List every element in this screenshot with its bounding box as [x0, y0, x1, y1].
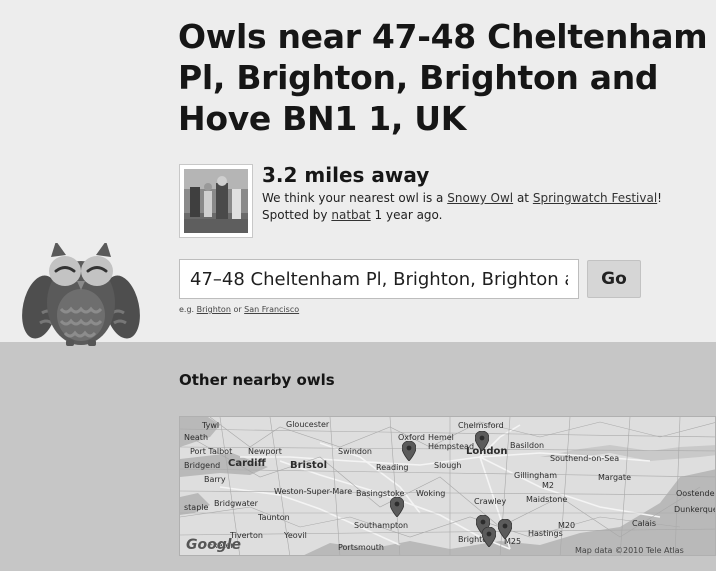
map-marker-icon — [390, 497, 404, 517]
map-provider-logo[interactable]: Google — [186, 537, 241, 553]
map-label-margate: Margate — [598, 473, 631, 482]
map-marker-icon — [482, 527, 496, 547]
spotted-line: Spotted by natbat 1 year ago. — [262, 207, 662, 224]
owl-mascot-icon — [22, 243, 140, 346]
map-label-bridgwater: Bridgwater — [214, 499, 258, 508]
map-label-bristol: Bristol — [290, 460, 328, 471]
map-label-chelmsford: Chelmsford — [458, 421, 504, 430]
map-label-maidstone: Maidstone — [526, 495, 568, 504]
spotted-prefix: Spotted by — [262, 208, 328, 222]
example-link-san-francisco[interactable]: San Francisco — [244, 305, 299, 314]
map-label-tywl: Tywl — [202, 421, 220, 430]
sighting-location-link[interactable]: Springwatch Festival — [533, 191, 657, 205]
map-label-slough: Slough — [434, 461, 462, 470]
map-label-southend: Southend-on-Sea — [550, 454, 620, 463]
map-label-basildon: Basildon — [510, 441, 545, 450]
map-label-bridgend: Bridgend — [184, 461, 221, 470]
map-label-barry: Barry — [204, 475, 226, 484]
owl-map-marker[interactable] — [390, 497, 404, 517]
map-label-gloucester: Gloucester — [286, 420, 330, 429]
map-label-reading: Reading — [376, 463, 409, 472]
map-label-calais: Calais — [632, 519, 657, 528]
nearest-owl-description: We think your nearest owl is a Snowy Owl… — [262, 190, 662, 224]
location-search-input[interactable] — [179, 259, 579, 299]
nearby-owls-heading: Other nearby owls — [179, 371, 335, 389]
desc-text-3: ! — [657, 191, 662, 205]
search-examples: e.g. Brighton or San Francisco — [179, 305, 299, 314]
nearest-distance: 3.2 miles away — [262, 163, 430, 187]
owl-map-marker[interactable] — [498, 519, 512, 539]
owl-species-link[interactable]: Snowy Owl — [447, 191, 513, 205]
spotted-suffix: 1 year ago. — [374, 208, 443, 222]
map-label-yeovil: Yeovil — [284, 531, 307, 540]
example-prefix: e.g. — [179, 305, 195, 314]
map-label-hastings: Hastings — [528, 529, 563, 538]
owl-map-marker[interactable] — [402, 441, 416, 461]
map-label-portsmouth: Portsmouth — [338, 543, 384, 552]
map-marker-icon — [498, 519, 512, 539]
page-title: Owls near 47-48 Cheltenham Pl, Brighton,… — [178, 17, 708, 138]
desc-text-2: at — [516, 191, 530, 205]
map-label-cardiff: Cardiff — [228, 458, 266, 469]
map-label-southampton: Southampton — [354, 521, 409, 530]
spotter-user-link[interactable]: natbat — [331, 208, 370, 222]
map-label-staple: staple — [184, 503, 209, 512]
map-marker-icon — [475, 431, 489, 451]
owl-map-marker[interactable] — [482, 527, 496, 547]
desc-text-1: We think your nearest owl is a — [262, 191, 444, 205]
example-link-brighton[interactable]: Brighton — [197, 305, 231, 314]
map-label-woking: Woking — [416, 489, 446, 498]
map-label-oostende: Oostende — [676, 489, 715, 498]
owl-photo-thumbnail[interactable] — [179, 164, 253, 238]
map-label-weston: Weston-Super-Mare — [274, 487, 353, 496]
map-attribution: Map data ©2010 Tele Atlas — [575, 546, 684, 555]
map-label-dunkerque: Dunkerque — [674, 505, 716, 514]
map-label-hemel: Hemel — [428, 433, 454, 442]
map-label-taunton: Taunton — [258, 513, 290, 522]
map-label-gillingham: Gillingham — [514, 471, 558, 480]
nearby-owls-map[interactable]: Tywl Gloucester Oxford Hemel Hempstead C… — [179, 416, 716, 556]
map-label-swindon: Swindon — [338, 447, 372, 456]
map-label-port-talbot: Port Talbot — [190, 447, 233, 456]
map-label-crawley: Crawley — [474, 497, 507, 506]
owl-photo-image — [184, 169, 248, 233]
go-button[interactable]: Go — [587, 260, 641, 298]
owl-map-marker[interactable] — [475, 431, 489, 451]
example-or: or — [233, 305, 242, 314]
map-label-neath: Neath — [184, 433, 209, 442]
map-label-m2: M2 — [542, 481, 554, 490]
map-marker-icon — [402, 441, 416, 461]
nearest-owl-line: We think your nearest owl is a Snowy Owl… — [262, 190, 662, 207]
map-label-newport: Newport — [248, 447, 282, 456]
